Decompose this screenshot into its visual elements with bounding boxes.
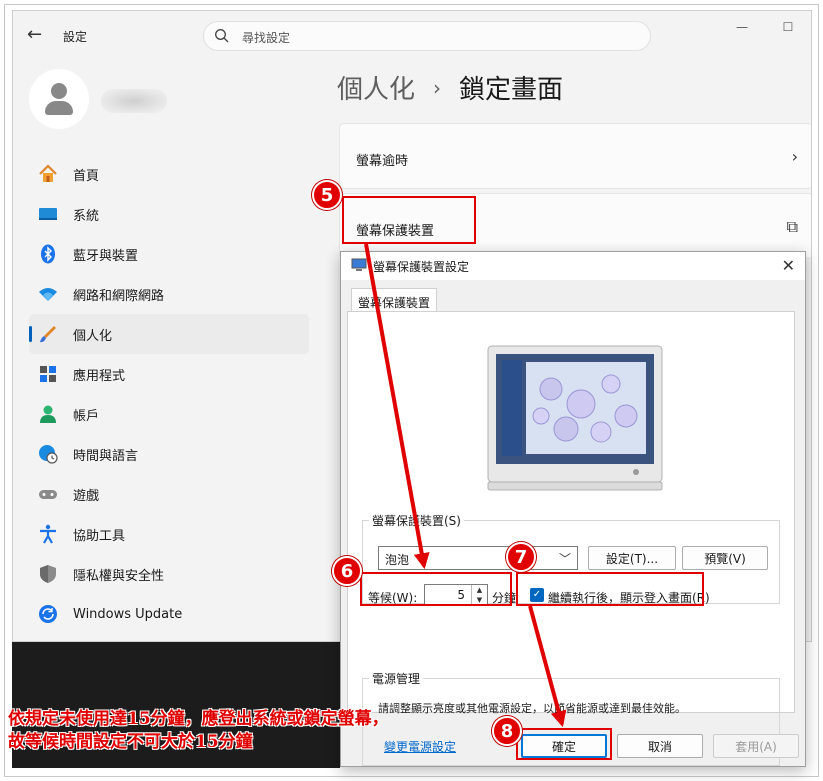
highlight-resume-checkbox	[516, 572, 704, 606]
sidebar-item-personalization[interactable]: 個人化	[29, 314, 309, 354]
cancel-button[interactable]: 取消	[617, 734, 703, 758]
highlight-ok-button	[516, 728, 612, 760]
highlight-screen-saver-card	[342, 196, 476, 244]
sidebar-item-apps[interactable]: 應用程式	[29, 354, 309, 394]
apps-icon	[37, 363, 59, 385]
blurred-username	[101, 89, 167, 113]
screensaver-select[interactable]: 泡泡 ﹀	[378, 546, 578, 570]
change-power-settings-link[interactable]: 變更電源設定	[384, 738, 456, 755]
step-badge-8: 8	[492, 716, 522, 746]
monitor-icon	[351, 258, 367, 271]
search-input[interactable]: 尋找設定	[203, 21, 651, 51]
preview-button[interactable]: 預覽(V)	[682, 546, 768, 570]
person-icon	[37, 403, 59, 425]
dialog-title: 螢幕保護裝置設定	[373, 260, 470, 274]
globe-clock-icon	[37, 443, 59, 465]
sidebar-item-network[interactable]: 網路和網際網路	[29, 274, 309, 314]
power-description: 請調整顯示亮度或其他電源設定，以節省能源或達到最佳效能。	[378, 702, 686, 715]
sidebar-item-time-language[interactable]: 時間與語言	[29, 434, 309, 474]
bluetooth-icon	[37, 243, 59, 265]
minimize-icon[interactable]: —	[719, 11, 765, 43]
highlight-wait-field	[360, 572, 512, 606]
chevron-down-icon: ﹀	[558, 552, 571, 566]
step-badge-6: 6	[332, 556, 362, 586]
dialog-title-bar: 螢幕保護裝置設定 ✕	[341, 252, 805, 280]
app-title: 設定	[63, 30, 88, 44]
sidebar-item-accessibility[interactable]: 協助工具	[29, 514, 309, 554]
brush-icon	[37, 323, 59, 345]
apply-button[interactable]: 套用(A)	[713, 734, 799, 758]
maximize-icon[interactable]: ☐	[765, 11, 811, 43]
sidebar-item-gaming[interactable]: 遊戲	[29, 474, 309, 514]
title-bar: ← 設定 尋找設定 — ☐	[13, 11, 811, 61]
step-badge-5: 5	[312, 180, 342, 210]
wifi-icon	[37, 283, 59, 305]
sidebar-item-accounts[interactable]: 帳戶	[29, 394, 309, 434]
screen-saver-dialog: 螢幕保護裝置設定 ✕ 螢幕保護裝置 螢幕保護裝置(S) 泡泡 ﹀ 設定(T)..…	[340, 251, 806, 767]
page-title: 鎖定畫面	[459, 75, 564, 105]
gamepad-icon	[37, 483, 59, 505]
settings-button[interactable]: 設定(T)...	[588, 546, 676, 570]
chevron-right-icon: ›	[791, 147, 798, 166]
user-profile[interactable]	[29, 69, 167, 129]
sidebar-item-bluetooth[interactable]: 藍牙與裝置	[29, 234, 309, 274]
sidebar-item-home[interactable]: 首頁	[29, 154, 309, 194]
home-icon	[37, 163, 59, 185]
tab-panel: 螢幕保護裝置(S) 泡泡 ﹀ 設定(T)... 預覽(V) 等候(W): 5 ▲…	[347, 311, 795, 766]
sidebar-item-windows-update[interactable]: Windows Update	[29, 594, 309, 634]
policy-note: 依規定未使用達15分鐘，應登出系統或鎖定螢幕， 故等候時間設定不可大於15分鐘	[8, 709, 389, 752]
sidebar-nav: 首頁 系統 藍牙與裝置 網路和網際網路 個人化 應用程式 帳戶 時間與語言 遊戲…	[29, 154, 309, 634]
tab-screen-saver[interactable]: 螢幕保護裝置	[351, 288, 437, 312]
monitor-preview-image	[487, 345, 663, 491]
sidebar-item-system[interactable]: 系統	[29, 194, 309, 234]
update-icon	[37, 603, 59, 625]
search-icon	[215, 29, 229, 43]
shield-icon	[37, 563, 59, 585]
close-icon[interactable]: ✕	[782, 256, 795, 275]
open-external-icon: ⧉	[786, 217, 798, 236]
back-arrow-icon[interactable]: ←	[27, 25, 47, 45]
avatar[interactable]	[29, 69, 89, 129]
sidebar-item-privacy[interactable]: 隱私權與安全性	[29, 554, 309, 594]
accessibility-icon	[37, 523, 59, 545]
display-icon	[37, 203, 59, 225]
chevron-right-icon: ›	[433, 75, 442, 100]
window-controls: — ☐	[719, 11, 811, 43]
breadcrumb-parent[interactable]: 個人化	[337, 69, 415, 106]
breadcrumb: 個人化 › 鎖定畫面	[337, 69, 563, 106]
screen-timeout-card[interactable]: 螢幕逾時 ›	[339, 123, 811, 189]
step-badge-7: 7	[506, 542, 536, 572]
search-placeholder: 尋找設定	[242, 31, 291, 45]
